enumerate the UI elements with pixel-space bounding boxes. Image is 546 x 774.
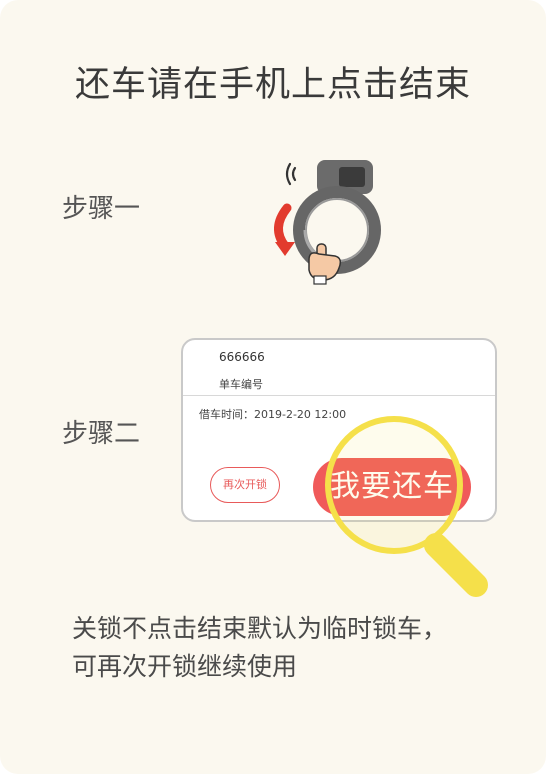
unlock-again-button[interactable]: 再次开锁: [210, 467, 280, 503]
step-one-label: 步骤一: [62, 194, 141, 224]
instruction-card: 还车请在手机上点击结束 步骤一 步骤二 666666 单车编号 借车时间：201…: [0, 0, 546, 774]
note-line-1: 关锁不点击结束默认为临时锁车，: [72, 614, 448, 643]
step-two-label: 步骤二: [62, 419, 141, 449]
rotate-arrow-icon: [274, 203, 295, 256]
ring-lock-icon: [274, 160, 381, 285]
bike-number-label: 单车编号: [219, 378, 263, 391]
sound-waves-icon: [285, 162, 297, 186]
note-text: 关锁不点击结束默认为临时锁车， 可再次开锁继续使用: [72, 610, 492, 686]
phone-app-card: 666666 单车编号 借车时间：2019-2-20 12:00 再次开锁 我要…: [181, 338, 497, 522]
note-line-2: 可再次开锁继续使用: [72, 652, 298, 681]
page-title: 还车请在手机上点击结束: [74, 65, 471, 105]
divider: [183, 395, 495, 396]
borrow-time: 借车时间：2019-2-20 12:00: [199, 408, 347, 421]
return-bike-button[interactable]: 我要还车: [313, 458, 471, 516]
bike-number: 666666: [219, 350, 265, 364]
